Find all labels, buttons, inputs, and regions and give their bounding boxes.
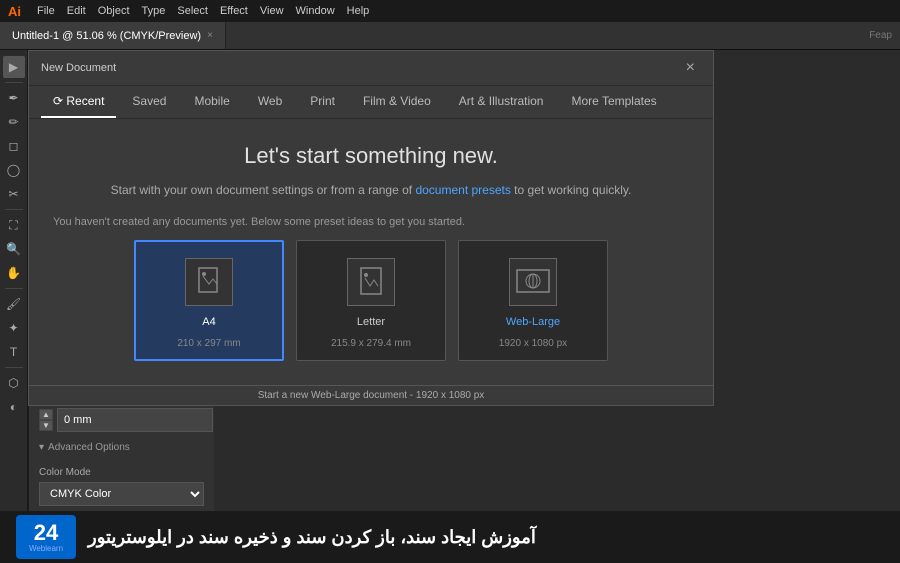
feap-label: Feap — [869, 30, 900, 41]
hero-heading: Let's start something new. — [244, 143, 498, 169]
bleed-left-input[interactable] — [57, 408, 213, 432]
pen-tool[interactable]: ✒ — [3, 87, 25, 109]
menu-effect[interactable]: Effect — [220, 5, 248, 17]
template-card-web-large[interactable]: Web-Large 1920 x 1080 px — [458, 240, 608, 361]
select-tool[interactable]: ▶ — [3, 56, 25, 78]
scissors-tool[interactable]: ✂ — [3, 183, 25, 205]
letter-sub: 215.9 x 279.4 mm — [331, 338, 411, 349]
template-card-a4[interactable]: A4 210 x 297 mm — [134, 240, 284, 361]
menu-window[interactable]: Window — [296, 5, 335, 17]
hero-subtitle: Start with your own document settings or… — [111, 181, 632, 200]
hint-text: You haven't created any documents yet. B… — [53, 216, 689, 228]
template-card-letter[interactable]: Letter 215.9 x 279.4 mm — [296, 240, 446, 361]
status-bar: Start a new Web-Large document - 1920 x … — [29, 385, 713, 405]
dialog-body: Let's start something new. Start with yo… — [29, 119, 713, 385]
tab-recent[interactable]: ⟳ Recent — [41, 86, 116, 118]
tab-label: Untitled-1 @ 51.06 % (CMYK/Preview) — [12, 30, 201, 42]
tab-print[interactable]: Print — [298, 86, 347, 118]
dialog-close-button[interactable]: × — [680, 57, 701, 79]
new-document-dialog: New Document × ⟳ Recent Saved Mobile Web… — [28, 50, 714, 406]
tab-document[interactable]: Untitled-1 @ 51.06 % (CMYK/Preview) × — [0, 22, 226, 49]
toolbar-separator-4 — [5, 367, 23, 368]
bottom-text: آموزش ایجاد سند، باز کردن سند و ذخیره سن… — [88, 527, 536, 548]
blend-tool[interactable]: ◐ — [3, 396, 25, 418]
tab-saved[interactable]: Saved — [120, 86, 178, 118]
menu-bar: Ai File Edit Object Type Select Effect V… — [0, 0, 900, 22]
weblearn-logo: 24 Weblearn — [16, 515, 76, 559]
hand-tool[interactable]: ✋ — [3, 262, 25, 284]
menu-object[interactable]: Object — [98, 5, 130, 17]
brush-tool[interactable]: 🖌 — [3, 293, 25, 315]
letter-title: Letter — [357, 316, 385, 328]
star-tool[interactable]: ✦ — [3, 317, 25, 339]
a4-sub: 210 x 297 mm — [177, 338, 240, 349]
menu-file[interactable]: File — [37, 5, 55, 17]
logo-number: 24 — [34, 522, 58, 544]
advanced-options-toggle[interactable]: ▾ Advanced Options — [39, 442, 204, 453]
document-presets-link[interactable]: document presets — [415, 183, 510, 197]
color-mode-select[interactable]: CMYK Color — [39, 482, 204, 506]
tab-close-button[interactable]: × — [207, 30, 213, 41]
tab-film-video[interactable]: Film & Video — [351, 86, 443, 118]
nav-tabs: ⟳ Recent Saved Mobile Web Print Film & V… — [29, 86, 713, 119]
menu-view[interactable]: View — [260, 5, 284, 17]
tab-art-illustration[interactable]: Art & Illustration — [447, 86, 556, 118]
menu-help[interactable]: Help — [347, 5, 370, 17]
menu-type[interactable]: Type — [142, 5, 166, 17]
tab-more-templates[interactable]: More Templates — [559, 86, 668, 118]
a4-title: A4 — [202, 316, 215, 328]
ai-logo: Ai — [8, 4, 21, 19]
tab-bar: Untitled-1 @ 51.06 % (CMYK/Preview) × Fe… — [0, 22, 900, 50]
web-large-sub: 1920 x 1080 px — [499, 338, 567, 349]
tab-mobile[interactable]: Mobile — [182, 86, 241, 118]
bleed-left-up[interactable]: ▲ — [39, 409, 53, 420]
dialog-title: New Document — [41, 62, 116, 74]
logo-sub: Weblearn — [29, 544, 63, 553]
bottom-strip: 24 Weblearn آموزش ایجاد سند، باز کردن سن… — [0, 511, 900, 563]
left-toolbar: ▶ ✒ ✏ ◻ ◯ ✂ ⛶ 🔍 ✋ 🖌 ✦ T ⬡ ◐ — [0, 50, 28, 563]
tab-web[interactable]: Web — [246, 86, 294, 118]
hero-sub-text2: to get working quickly. — [511, 183, 632, 197]
shape-tool[interactable]: ◻ — [3, 135, 25, 157]
web-large-icon — [509, 258, 557, 306]
template-cards-container: A4 210 x 297 mm Letter 215.9 x 279.4 mm — [53, 240, 689, 361]
menu-edit[interactable]: Edit — [67, 5, 86, 17]
menu-select[interactable]: Select — [177, 5, 208, 17]
toolbar-separator-3 — [5, 288, 23, 289]
ellipse-tool[interactable]: ◯ — [3, 159, 25, 181]
dialog-header: New Document × — [29, 51, 713, 86]
zoom-tool[interactable]: 🔍 — [3, 238, 25, 260]
letter-icon — [347, 258, 395, 306]
advanced-label: Advanced Options — [48, 442, 130, 453]
main-area: ▶ ✒ ✏ ◻ ◯ ✂ ⛶ 🔍 ✋ 🖌 ✦ T ⬡ ◐ New Document… — [0, 50, 900, 563]
toolbar-separator-2 — [5, 209, 23, 210]
bleed-left-down[interactable]: ▼ — [39, 420, 53, 431]
chevron-icon: ▾ — [39, 442, 44, 453]
bleed-left-row: ▲▼ — [39, 408, 213, 432]
type-tool[interactable]: T — [3, 341, 25, 363]
web-large-title: Web-Large — [506, 316, 560, 328]
artboard-tool[interactable]: ⛶ — [3, 214, 25, 236]
gradient-tool[interactable]: ⬡ — [3, 372, 25, 394]
a4-icon — [185, 258, 233, 306]
toolbar-separator — [5, 82, 23, 83]
pencil-tool[interactable]: ✏ — [3, 111, 25, 133]
hero-sub-text1: Start with your own document settings or… — [111, 183, 416, 197]
color-mode-label: Color Mode — [39, 467, 204, 478]
